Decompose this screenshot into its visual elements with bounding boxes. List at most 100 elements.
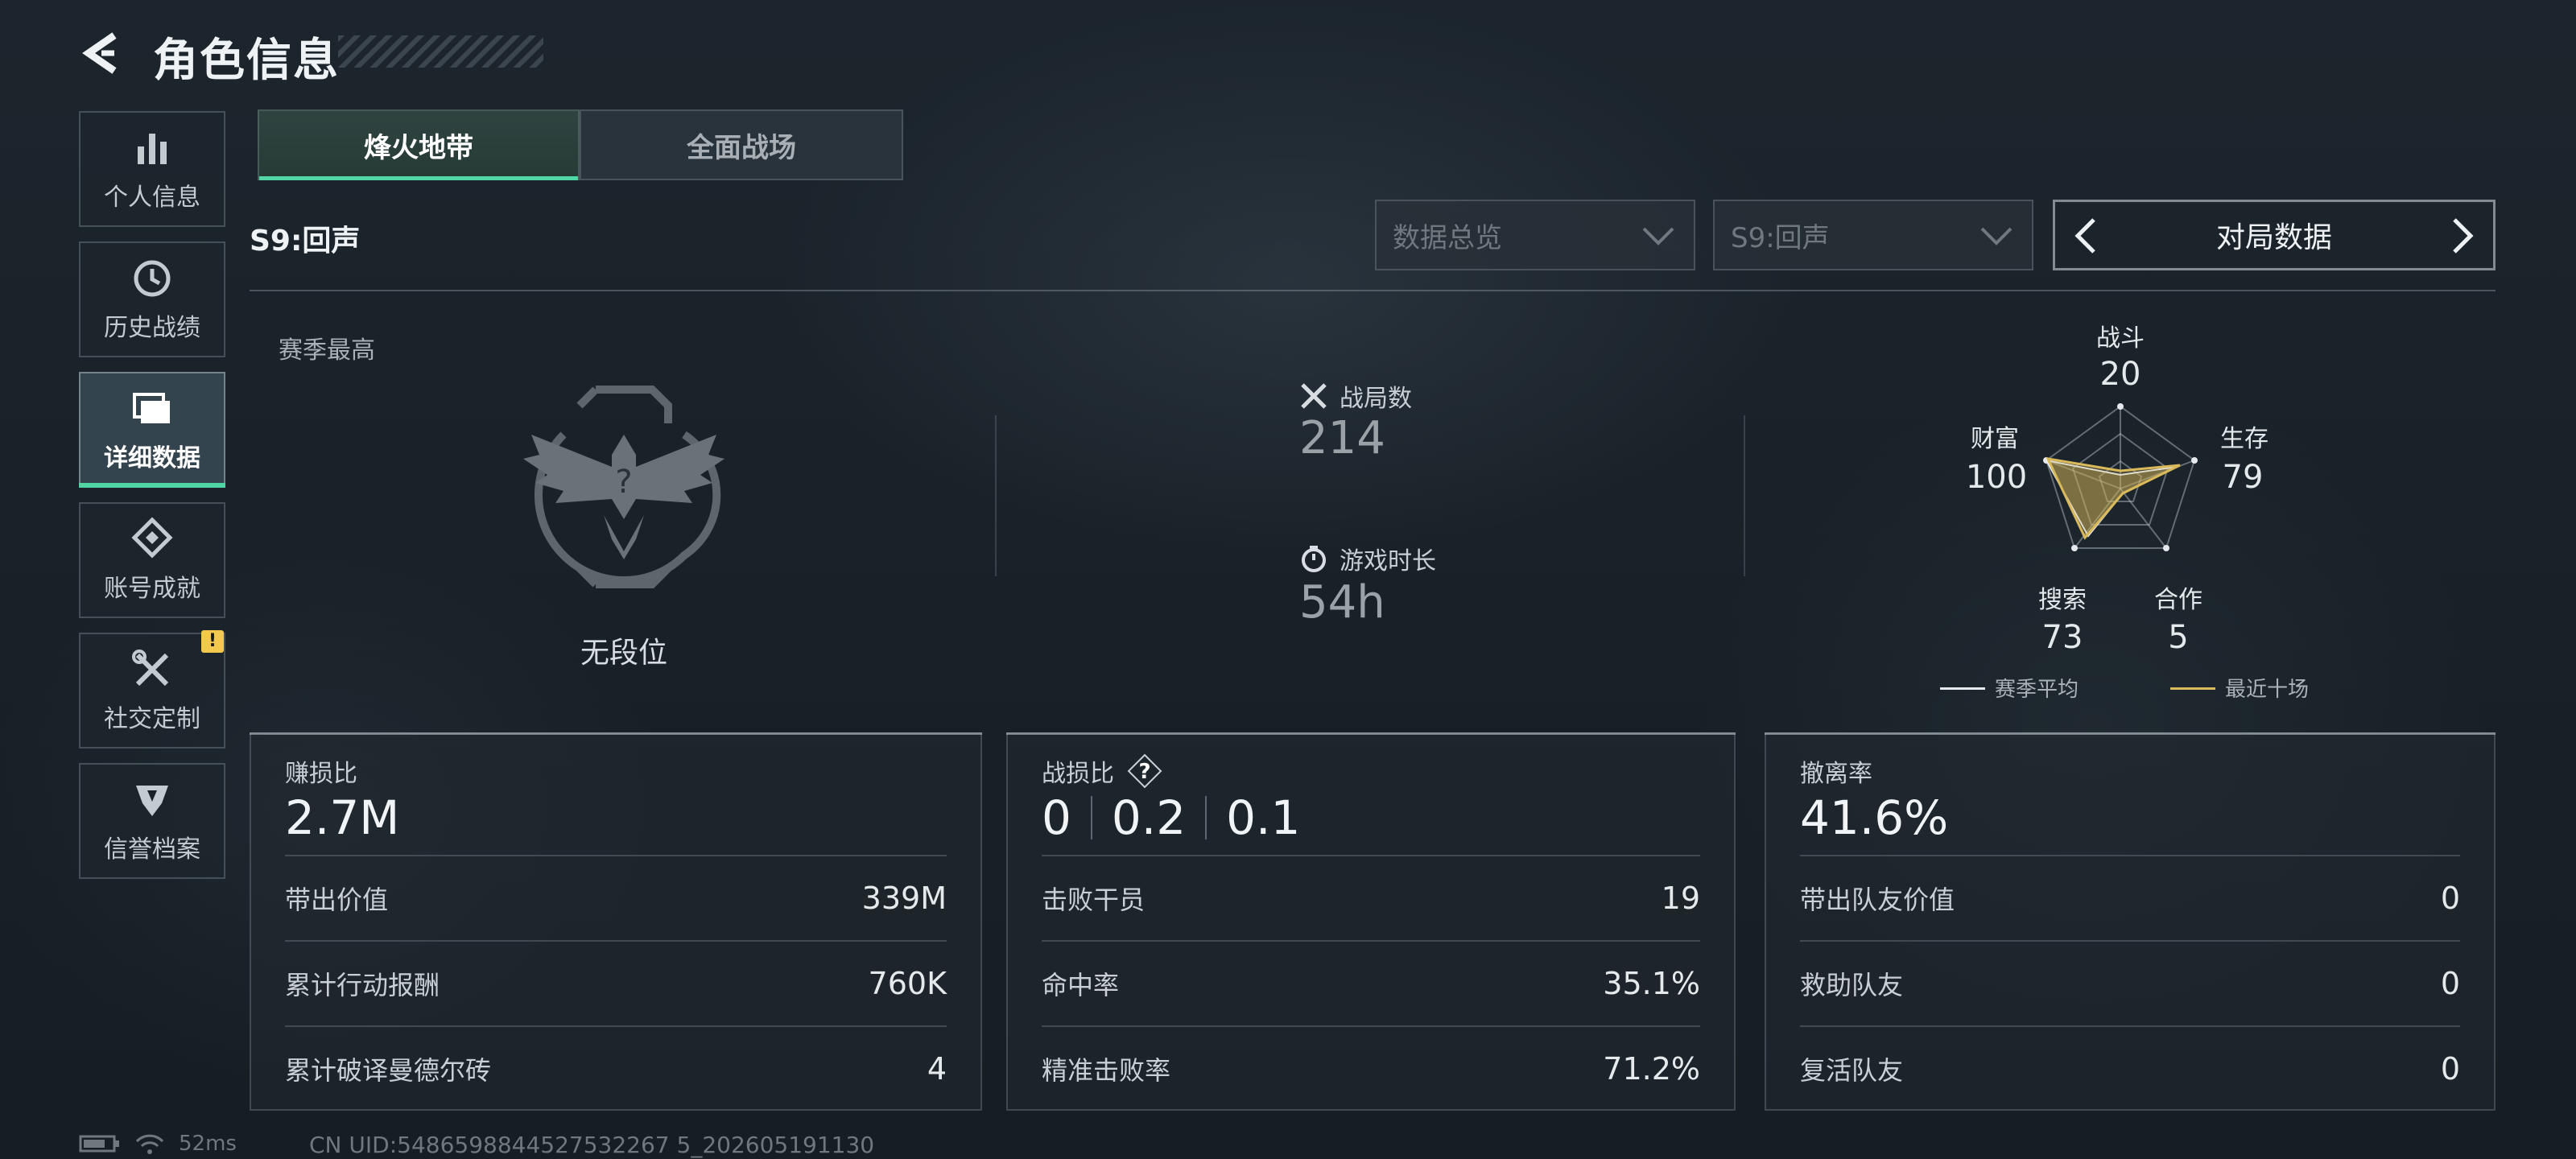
radar-axis-label: 搜索 — [2038, 586, 2087, 614]
stat-row-label: 带出价值 — [285, 885, 389, 915]
stat-row-value: 35.1% — [1603, 966, 1700, 1001]
stat-row-value: 0 — [2440, 1051, 2460, 1087]
stat-row-value: 0 — [2440, 881, 2460, 916]
stat-row: 带出队友价值 0 — [1800, 855, 2460, 940]
season-label: S9:回声 — [250, 225, 361, 258]
tab-warzone[interactable]: 烽火地带 — [258, 109, 580, 180]
battles-label: 战局数 — [1340, 385, 1412, 413]
season-best-label: 赛季最高 — [279, 336, 375, 365]
tab-label: 全面战场 — [687, 131, 796, 164]
header-divider — [250, 290, 2496, 291]
sidebar-item-personal-info[interactable]: 个人信息 — [79, 111, 225, 227]
stat-row: 击败干员 19 — [1042, 855, 1700, 940]
radar-axis-label: 财富 — [1971, 425, 2019, 453]
extract-card: 撤离率 41.6% 带出队友价值 0 救助队友 0 复活队友 0 — [1765, 732, 2496, 1111]
radar-axis-value: 100 — [1966, 459, 2027, 496]
dropdown-value: S9:回声 — [1731, 221, 1830, 254]
sidebar-item-label: 信誉档案 — [104, 835, 200, 864]
value-separator — [1090, 796, 1092, 839]
sidebar-item-achievements[interactable]: 账号成就 — [79, 502, 225, 618]
sidebar-item-label: 历史战绩 — [104, 314, 200, 342]
combat-card: 战损比 ? 0 0.2 0.1 击败干员 19 命中率 35.1% 精准击败率 … — [1006, 732, 1736, 1111]
sidebar-item-label: 账号成就 — [104, 575, 200, 603]
radar-axis-value: 73 — [2042, 619, 2083, 656]
card-title: 赚损比 — [285, 753, 357, 789]
card-main-value: 2.7M — [285, 790, 400, 845]
tools-icon — [132, 650, 169, 687]
profit-card: 赚损比 2.7M 带出价值 339M 累计行动报酬 760K 累计破译曼德尔砖 … — [250, 732, 982, 1111]
help-icon[interactable]: ? — [1127, 753, 1162, 789]
notification-badge: ! — [201, 630, 224, 653]
stat-row: 精准击败率 71.2% — [1042, 1025, 1700, 1111]
rank-name: 无段位 — [580, 637, 667, 670]
crossed-swords-icon — [1301, 383, 1327, 409]
combat-ratio-value: 0 — [1042, 790, 1071, 845]
legend-recent10-swatch — [2170, 687, 2215, 690]
stat-row: 带出价值 339M — [285, 855, 947, 940]
shield-icon — [136, 786, 168, 816]
tab-full-battlefield[interactable]: 全面战场 — [580, 109, 903, 180]
radar-axis-label: 生存 — [2220, 425, 2268, 453]
sidebar-item-label: 个人信息 — [104, 184, 200, 212]
card-title: 战损比 ? — [1042, 753, 1162, 789]
stat-row-label: 精准击败率 — [1042, 1055, 1171, 1086]
chevron-down-icon — [1642, 227, 1674, 245]
stat-row-label: 击败干员 — [1042, 885, 1146, 915]
stat-row-value: 4 — [927, 1051, 947, 1087]
legend-season-avg: 赛季平均 — [1995, 678, 2079, 702]
page-title: 角色信息 — [153, 35, 340, 87]
combat-ratio-value: 0.1 — [1226, 790, 1301, 845]
chevron-down-icon — [1980, 227, 2013, 245]
section-divider — [1744, 415, 1745, 576]
clock-history-icon — [134, 260, 171, 297]
legend-season-avg-swatch — [1940, 687, 1985, 690]
ping-text: 52ms — [179, 1132, 237, 1156]
title-decoration — [338, 35, 543, 68]
section-divider — [995, 415, 997, 576]
battery-icon — [79, 1135, 119, 1153]
stat-row: 累计破译曼德尔砖 4 — [285, 1025, 947, 1111]
stat-row-label: 累计破译曼德尔砖 — [285, 1055, 492, 1086]
sidebar-item-detailed-data[interactable]: 详细数据 — [79, 372, 225, 488]
sidebar-item-reputation[interactable]: 信誉档案 — [79, 763, 225, 879]
radar-axis-label: 合作 — [2154, 586, 2202, 614]
sidebar-item-label: 社交定制 — [104, 705, 200, 733]
card-title-text: 战损比 — [1042, 760, 1114, 788]
radar-axis-value: 20 — [2100, 356, 2141, 393]
stat-row: 累计行动报酬 760K — [285, 940, 947, 1025]
chevron-left-icon[interactable] — [2066, 215, 2107, 257]
stat-row-label: 累计行动报酬 — [285, 970, 440, 1000]
radar-axis-value: 5 — [2168, 619, 2188, 656]
radar-axis-label: 战斗 — [2096, 324, 2145, 353]
status-bar: 52ms — [79, 1132, 237, 1156]
value-separator — [1205, 796, 1208, 839]
stat-row: 复活队友 0 — [1800, 1025, 2460, 1111]
season-dropdown[interactable]: S9:回声 — [1713, 200, 2033, 270]
stat-row-value: 71.2% — [1603, 1051, 1700, 1087]
card-main-values: 0 0.2 0.1 — [1042, 790, 1300, 845]
svg-text:?: ? — [615, 464, 632, 501]
stat-row-label: 带出队友价值 — [1800, 885, 1955, 915]
play-time-value: 54h — [1299, 576, 1385, 629]
stat-row: 命中率 35.1% — [1042, 940, 1700, 1025]
medal-icon — [131, 517, 173, 559]
card-main-value: 41.6% — [1800, 790, 1949, 845]
match-nav-label: 对局数据 — [2215, 221, 2332, 254]
sidebar-item-history[interactable]: 历史战绩 — [79, 241, 225, 357]
stat-row-label: 命中率 — [1042, 970, 1120, 1000]
svg-text:?: ? — [1138, 760, 1150, 784]
radar-chart: 战斗 20 生存 79 合作 5 搜索 73 财富 100 — [1966, 324, 2268, 656]
stat-row: 救助队友 0 — [1800, 940, 2460, 1025]
rank-emblem-icon: ? — [523, 386, 724, 588]
stat-row-value: 339M — [861, 881, 947, 916]
back-arrow-icon[interactable] — [77, 29, 126, 77]
stat-row-value: 0 — [2440, 966, 2460, 1001]
card-title-text: 赚损比 — [285, 760, 357, 788]
card-title: 撤离率 — [1800, 753, 1872, 789]
match-data-selector: 对局数据 — [2053, 200, 2496, 270]
chevron-right-icon[interactable] — [2442, 215, 2482, 257]
data-overview-dropdown[interactable]: 数据总览 — [1375, 200, 1695, 270]
uid-text: CN UID:5486598844527532267 5_20260519113… — [309, 1132, 875, 1158]
combat-ratio-value: 0.2 — [1111, 790, 1187, 845]
stat-row-value: 760K — [868, 966, 947, 1001]
